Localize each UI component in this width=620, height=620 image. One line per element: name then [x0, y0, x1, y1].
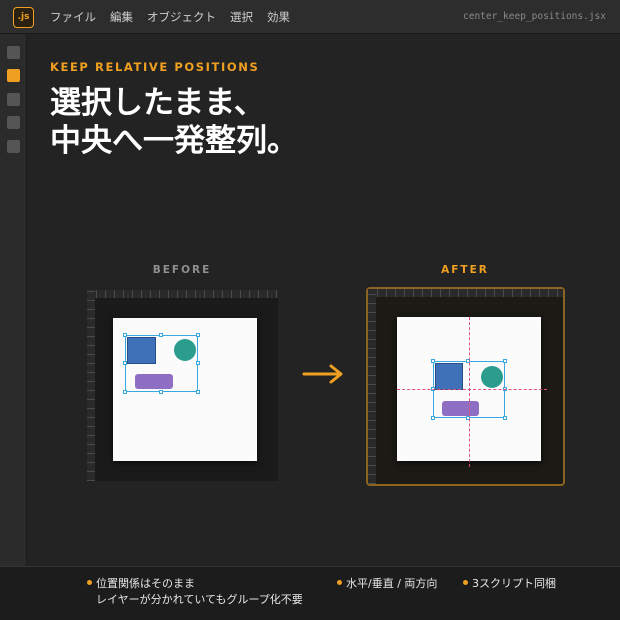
menu-file[interactable]: ファイル	[50, 0, 96, 34]
feature-bar: 位置関係はそのまま レイヤーが分かれていてもグループ化不要 水平/垂直 / 両方…	[0, 566, 620, 620]
tool-4-icon[interactable]	[7, 116, 20, 129]
after-canvas	[366, 287, 565, 486]
handle-top-right[interactable]	[196, 333, 200, 337]
menu-edit[interactable]: 編集	[110, 0, 133, 34]
tool-5-icon[interactable]	[7, 140, 20, 153]
before-label: BEFORE	[152, 264, 212, 276]
artboard	[113, 318, 257, 461]
feature-relative-positions: 位置関係はそのまま レイヤーが分かれていてもグループ化不要	[96, 576, 303, 608]
horizontal-center-guide	[397, 389, 547, 390]
menu-effect[interactable]: 効果	[267, 0, 290, 34]
handle-middle-right[interactable]	[196, 361, 200, 365]
eyebrow-label: KEEP RELATIVE POSITIONS	[50, 60, 260, 74]
ruler-top	[87, 290, 278, 298]
after-label: AFTER	[441, 264, 489, 276]
selection-box[interactable]	[123, 333, 200, 394]
bullet-dot	[337, 580, 342, 585]
menu-object[interactable]: オブジェクト	[147, 0, 216, 34]
handle-top-center[interactable]	[159, 333, 163, 337]
handle-top-left[interactable]	[431, 359, 435, 363]
menu-select[interactable]: 選択	[230, 0, 253, 34]
app-js-icon[interactable]: .js	[13, 7, 34, 28]
handle-bottom-center[interactable]	[159, 390, 163, 394]
menu-bar: .js ファイル 編集 オブジェクト 選択 効果 center_keep_pos…	[0, 0, 620, 34]
before-canvas	[87, 290, 278, 481]
tool-3-icon[interactable]	[7, 93, 20, 106]
handle-bottom-left[interactable]	[431, 416, 435, 420]
main-menu: ファイル 編集 オブジェクト 選択 効果	[50, 0, 304, 34]
handle-middle-left[interactable]	[123, 361, 127, 365]
ruler-top	[368, 289, 563, 297]
vertical-center-guide	[469, 317, 470, 467]
bullet-dot	[463, 580, 468, 585]
feature-scripts: 3スクリプト同梱	[472, 577, 556, 590]
handle-bottom-left[interactable]	[123, 390, 127, 394]
ruler-left	[368, 289, 376, 484]
feature-directions: 水平/垂直 / 両方向	[346, 577, 438, 590]
document-file-name: center_keep_positions.jsx	[463, 11, 606, 22]
handle-top-right[interactable]	[503, 359, 507, 363]
bullet-dot	[87, 580, 92, 585]
arrow-right-icon	[302, 364, 343, 384]
headline-line-2: 中央へ一発整列。	[50, 123, 298, 159]
handle-bottom-right[interactable]	[503, 416, 507, 420]
ruler-left	[87, 290, 95, 481]
headline-line-1: 選択したまま、	[50, 85, 265, 121]
feature-1-detail: レイヤーが分かれていてもグループ化不要	[96, 593, 303, 606]
handle-bottom-right[interactable]	[196, 390, 200, 394]
tool-1-icon[interactable]	[7, 46, 20, 59]
handle-top-left[interactable]	[123, 333, 127, 337]
feature-1-title: 位置関係はそのまま	[96, 577, 195, 590]
tool-strip	[0, 34, 27, 566]
headline: 選択したまま、 中央へ一発整列。	[50, 84, 298, 160]
tool-2-icon[interactable]	[7, 69, 20, 82]
